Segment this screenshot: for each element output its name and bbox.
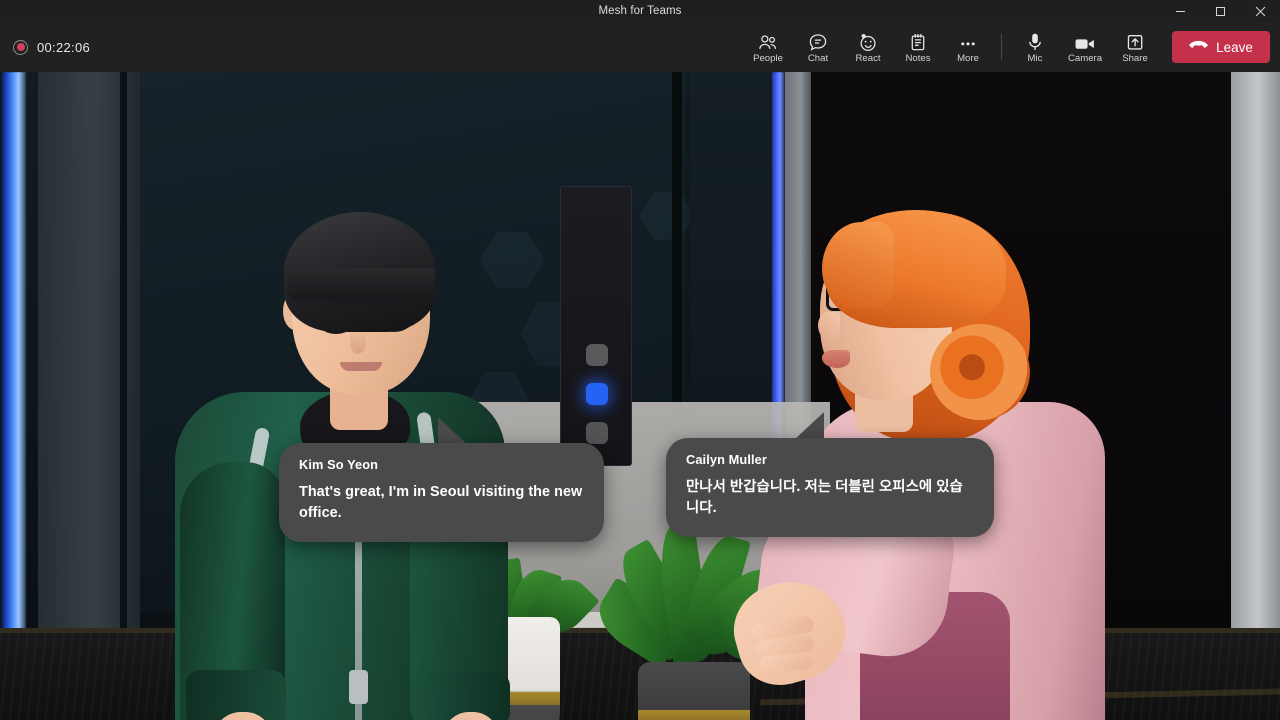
wall-pillar-white	[1231, 72, 1280, 672]
window-controls	[1160, 0, 1280, 22]
share-icon	[1126, 31, 1144, 52]
toolbar-button-react[interactable]: React	[843, 22, 893, 72]
more-icon	[958, 31, 978, 52]
toolbar-actions: People Chat React Notes More Mic Camera …	[743, 22, 1280, 72]
toolbar-button-chat[interactable]: Chat	[793, 22, 843, 72]
toolbar-button-share[interactable]: Share	[1110, 22, 1160, 72]
toolbar-label-chat: Chat	[807, 52, 829, 64]
title-bar: Mesh for Teams	[0, 0, 1280, 22]
speech-bubble-speaker: Cailyn Muller	[686, 452, 767, 467]
close-button[interactable]	[1240, 0, 1280, 22]
toolbar-button-more[interactable]: More	[943, 22, 993, 72]
toolbar-button-notes[interactable]: Notes	[893, 22, 943, 72]
toolbar-label-more: More	[957, 52, 979, 64]
speech-bubble-tail-right	[794, 412, 824, 440]
speech-bubble-cailyn[interactable]: Cailyn Muller 만나서 반갑습니다. 저는 더블린 오피스에 있습니…	[666, 438, 994, 537]
window-title: Mesh for Teams	[598, 5, 682, 17]
notes-icon	[909, 31, 927, 52]
meeting-toolbar: 00:22:06 People Chat React Notes More Mi…	[0, 22, 1280, 72]
speech-bubble-message: 만나서 반갑습니다. 저는 더블린 오피스에 있습니다.	[686, 479, 963, 516]
recording-timer: 00:22:06	[13, 22, 90, 72]
toolbar-label-notes: Notes	[905, 52, 931, 64]
toolbar-divider	[1001, 34, 1002, 60]
avatar-cailyn-finger	[759, 654, 813, 671]
chat-icon	[808, 31, 828, 52]
speech-bubble-speaker: Kim So Yeon	[299, 457, 379, 472]
toolbar-label-mic: Mic	[1027, 52, 1043, 64]
kiosk-button-top[interactable]	[586, 344, 608, 366]
toolbar-label-share: Share	[1122, 52, 1148, 64]
hangup-icon	[1189, 38, 1209, 56]
accent-light-left	[0, 72, 26, 632]
avatar-cailyn-mouth	[822, 350, 850, 368]
avatar-kim-nose	[350, 330, 366, 354]
minimize-button[interactable]	[1160, 0, 1200, 22]
immersive-space-viewport[interactable]: Kim So Yeon That's great, I'm in Seoul v…	[0, 72, 1280, 720]
toolbar-label-react: React	[855, 52, 881, 64]
avatar-kim-zipper-pull	[349, 670, 368, 704]
timer-text: 00:22:06	[37, 39, 91, 55]
maximize-button[interactable]	[1200, 0, 1240, 22]
leave-label: Leave	[1216, 39, 1253, 55]
recording-indicator-icon	[13, 39, 28, 55]
plant-pot-center-band	[638, 710, 750, 720]
toolbar-button-people[interactable]: People	[743, 22, 793, 72]
avatar-cailyn-nose	[818, 312, 840, 340]
speech-bubble-kim[interactable]: Kim So Yeon That's great, I'm in Seoul v…	[279, 443, 604, 542]
toolbar-label-people: People	[753, 52, 783, 64]
toolbar-button-mic[interactable]: Mic	[1010, 22, 1060, 72]
camera-icon	[1074, 31, 1096, 52]
avatar-cailyn-hair-front	[822, 222, 894, 308]
wall-seam-left	[120, 72, 127, 632]
toolbar-button-camera[interactable]: Camera	[1060, 22, 1110, 72]
toolbar-label-camera: Camera	[1067, 52, 1103, 64]
kiosk-button-bottom[interactable]	[586, 422, 608, 444]
avatar-cailyn-hair-curl	[930, 324, 1030, 420]
people-icon	[758, 31, 778, 52]
leave-button[interactable]: Leave	[1172, 31, 1270, 63]
avatar-kim-hair-fringe	[288, 268, 434, 310]
speech-bubble-message: That's great, I'm in Seoul visiting the …	[299, 484, 583, 521]
kiosk-button-active[interactable]	[586, 383, 608, 405]
avatar-kim-mouth	[340, 362, 382, 371]
react-icon	[858, 31, 879, 52]
mic-icon	[1027, 31, 1043, 52]
